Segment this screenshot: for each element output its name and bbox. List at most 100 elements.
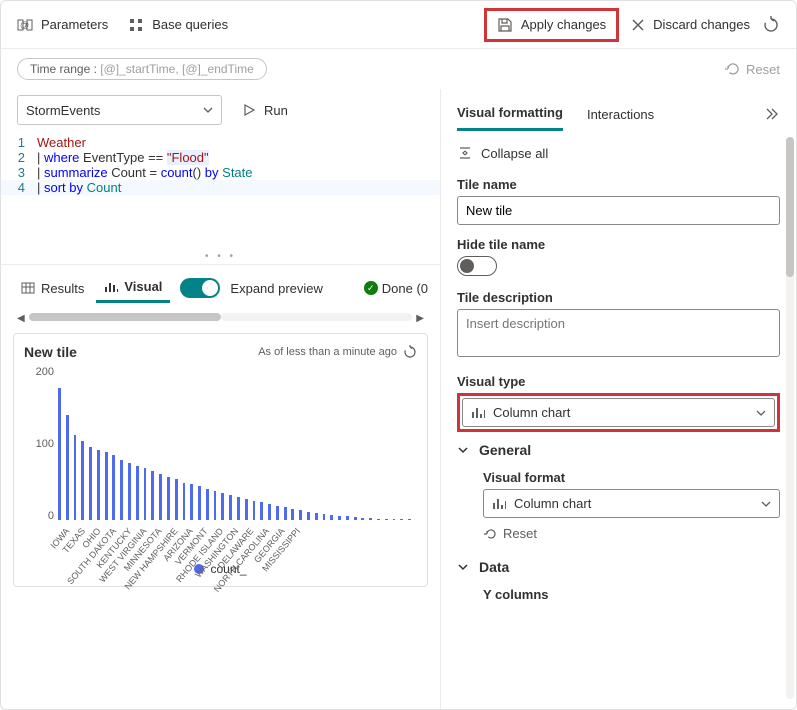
chevron-down-icon xyxy=(457,561,469,573)
chart-bar xyxy=(315,513,318,520)
chart-bar xyxy=(58,388,61,520)
chart-bar xyxy=(81,441,84,520)
code-token: Count = xyxy=(108,165,161,180)
chart-bar xyxy=(393,519,396,521)
query-editor[interactable]: 1Weather 2| where EventType == "Flood" 3… xyxy=(1,131,440,199)
expand-preview-toggle[interactable] xyxy=(180,278,220,298)
undo-icon xyxy=(724,61,740,77)
tile-description-input[interactable] xyxy=(457,309,780,357)
tab-interactions[interactable]: Interactions xyxy=(587,99,654,130)
collapse-all-button[interactable]: Collapse all xyxy=(457,141,780,171)
apply-changes-label: Apply changes xyxy=(521,17,606,32)
hide-tile-name-label: Hide tile name xyxy=(457,237,780,252)
chart-bar xyxy=(377,519,380,521)
collapse-icon xyxy=(457,145,473,161)
chart-bar xyxy=(190,484,193,520)
tile-name-input[interactable] xyxy=(457,196,780,225)
chart-bar xyxy=(268,504,271,521)
tab-visual-formatting[interactable]: Visual formatting xyxy=(457,97,563,131)
play-icon xyxy=(242,103,256,117)
tab-results[interactable]: Results xyxy=(13,275,92,302)
resize-handle[interactable]: • • • xyxy=(1,249,440,264)
refresh-icon[interactable] xyxy=(403,345,417,359)
chart-bar xyxy=(361,518,364,520)
chart-bar xyxy=(159,474,162,521)
refresh-icon[interactable] xyxy=(762,16,780,34)
chart-bar xyxy=(237,497,240,520)
reset-label: Reset xyxy=(746,62,780,77)
grid-icon xyxy=(128,17,144,33)
chart-bar xyxy=(112,455,115,520)
chart-bar xyxy=(97,450,100,521)
code-token: EventType == xyxy=(79,150,166,165)
scroll-right-icon[interactable]: ▶ xyxy=(412,313,428,323)
apply-changes-button[interactable]: Apply changes xyxy=(484,8,619,42)
chart-bar xyxy=(136,466,139,520)
code-token: Weather xyxy=(37,135,86,150)
chart-bar xyxy=(245,499,248,520)
reset-visual-format[interactable]: Reset xyxy=(483,518,780,549)
tile-description-label: Tile description xyxy=(457,290,780,305)
parameters-icon: @ xyxy=(17,17,33,33)
table-icon xyxy=(21,281,35,295)
chart-bar xyxy=(128,463,131,520)
section-data[interactable]: Data xyxy=(457,549,780,581)
result-tabs: Results Visual Expand preview ✓ Done (0 xyxy=(1,264,440,311)
chart-plot: 200 100 0 IOWATEXASOHIOSOUTH DAKOTAKENTU… xyxy=(24,366,417,556)
chart-bar xyxy=(89,447,92,521)
hide-tile-name-toggle[interactable] xyxy=(457,256,497,276)
base-queries-button[interactable]: Base queries xyxy=(128,17,228,33)
time-range-value: [@]_startTime, [@]_endTime xyxy=(100,62,254,76)
visual-type-value: Column chart xyxy=(493,405,570,420)
check-icon: ✓ xyxy=(364,281,378,295)
status-done: ✓ Done (0 xyxy=(364,281,428,296)
y-tick: 200 xyxy=(36,366,54,378)
chart-bar xyxy=(144,468,147,520)
vertical-scrollbar[interactable] xyxy=(786,137,794,699)
chart-bar xyxy=(400,519,403,520)
chart-bar xyxy=(307,512,310,520)
reset-button[interactable]: Reset xyxy=(724,61,780,77)
top-toolbar: @ Parameters Base queries Apply changes … xyxy=(1,1,796,49)
column-chart-icon xyxy=(471,406,485,420)
time-range-pill[interactable]: Time range : [@]_startTime, [@]_endTime xyxy=(17,58,267,80)
chart-bar xyxy=(151,471,154,521)
visual-format-label: Visual format xyxy=(483,470,780,485)
chevron-double-right-icon[interactable] xyxy=(764,106,780,122)
tab-visual-label: Visual xyxy=(124,279,162,294)
scroll-left-icon[interactable]: ◀ xyxy=(13,313,29,323)
svg-text:@: @ xyxy=(20,20,29,30)
code-token: () xyxy=(193,165,205,180)
code-token: by xyxy=(205,165,219,180)
chart-bar xyxy=(338,516,341,521)
y-tick: 0 xyxy=(48,510,54,522)
chart-bar xyxy=(74,435,77,520)
chart-bar xyxy=(198,486,201,520)
undo-icon xyxy=(483,527,497,541)
parameters-button[interactable]: @ Parameters xyxy=(17,17,108,33)
code-token: | xyxy=(37,165,44,180)
chart-bar xyxy=(229,495,232,520)
save-icon xyxy=(497,17,513,33)
chart-bar xyxy=(175,479,178,520)
section-general[interactable]: General xyxy=(457,432,780,464)
datasource-select[interactable]: StormEvents xyxy=(17,95,222,125)
code-token: | xyxy=(37,150,44,165)
chart-bar xyxy=(260,502,263,520)
chevron-down-icon xyxy=(761,499,771,509)
visual-type-label: Visual type xyxy=(457,374,780,389)
time-range-row: Time range : [@]_startTime, [@]_endTime … xyxy=(1,49,796,89)
chart-tile: New tile As of less than a minute ago 20… xyxy=(13,333,428,587)
tab-label: Interactions xyxy=(587,107,654,122)
tab-visual[interactable]: Visual xyxy=(96,273,170,303)
chart-bar xyxy=(408,519,411,520)
code-token: State xyxy=(219,165,253,180)
chart-bar xyxy=(330,515,333,520)
discard-changes-button[interactable]: Discard changes xyxy=(631,17,750,32)
visual-format-select[interactable]: Column chart xyxy=(483,489,780,518)
horizontal-scroll[interactable]: ◀ ▶ xyxy=(13,313,428,323)
run-button[interactable]: Run xyxy=(232,99,298,122)
code-token: count xyxy=(161,165,193,180)
visual-type-select[interactable]: Column chart xyxy=(462,398,775,427)
tab-results-label: Results xyxy=(41,281,84,296)
